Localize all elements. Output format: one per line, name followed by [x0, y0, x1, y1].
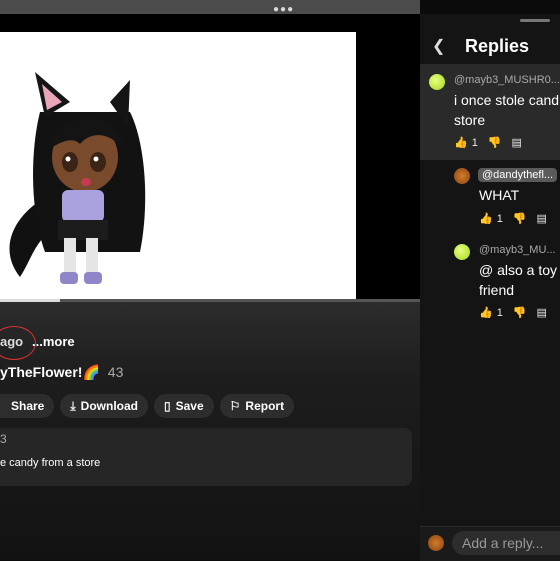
- reply-placeholder: Add a reply...: [462, 535, 544, 551]
- comment-line: @ also a toy f: [479, 262, 560, 278]
- share-label: Share: [11, 399, 45, 413]
- reply-icon[interactable]: ▤: [512, 136, 522, 149]
- download-button[interactable]: ⤓ Download: [60, 394, 148, 418]
- save-icon: ▯: [164, 399, 171, 413]
- comment-actions: 👍 1 👎 ▤: [479, 212, 547, 226]
- comments-count: 3: [0, 432, 7, 446]
- thumbs-up-icon: 👍: [454, 137, 468, 149]
- thumbs-up-icon: 👍: [479, 213, 493, 225]
- comment-author[interactable]: @mayb3_MU...: [479, 244, 556, 256]
- replies-title: Replies: [465, 36, 530, 56]
- like-button[interactable]: 👍 1: [454, 136, 478, 150]
- like-count: 1: [471, 136, 478, 149]
- thumbs-up-icon: 👍: [479, 307, 493, 319]
- comment-line: WHAT: [479, 187, 520, 203]
- save-button[interactable]: ▯ Save: [154, 394, 214, 418]
- reply-input[interactable]: Add a reply...: [452, 531, 560, 555]
- comment-line: friend: [479, 282, 515, 298]
- avatar[interactable]: [454, 244, 470, 260]
- comment-author[interactable]: @mayb3_MUSHR0...: [454, 74, 560, 86]
- save-label: Save: [175, 399, 204, 413]
- comment-actions: 👍 1 👎 ▤: [479, 306, 547, 320]
- comment-actions: 👍 1 👎 ▤: [454, 136, 522, 150]
- thumbs-down-icon[interactable]: 👎: [488, 136, 502, 149]
- drag-handle[interactable]: [520, 19, 550, 22]
- share-button[interactable]: Share: [0, 394, 55, 418]
- channel-count: 43: [107, 364, 124, 380]
- avatar: [428, 535, 444, 551]
- report-label: Report: [245, 399, 285, 413]
- like-count: 1: [496, 212, 503, 225]
- thumbs-down-icon[interactable]: 👎: [513, 212, 527, 225]
- channel-line[interactable]: yTheFlower!🌈 43: [0, 364, 123, 381]
- comment-line: i once stole cand: [454, 92, 560, 108]
- like-button[interactable]: 👍 1: [479, 212, 503, 226]
- comment-author[interactable]: @dandythefl...: [478, 168, 558, 182]
- comment-preview-text: e candy from a store: [0, 457, 101, 469]
- character-illustration: [9, 72, 146, 284]
- flag-icon: ⚐: [229, 399, 241, 413]
- avatar[interactable]: [429, 74, 445, 90]
- like-count: 1: [496, 306, 503, 319]
- upload-age: ago: [0, 334, 24, 349]
- chevron-left-icon[interactable]: ❮: [432, 36, 445, 56]
- reply-icon[interactable]: ▤: [537, 306, 547, 319]
- comment-line: store: [454, 112, 486, 128]
- channel-name: yTheFlower!🌈: [0, 364, 100, 380]
- top-handle-bar: ●●●: [0, 0, 420, 15]
- reply-icon[interactable]: ▤: [537, 212, 547, 225]
- video-player[interactable]: [0, 14, 420, 302]
- video-frame: [0, 32, 356, 300]
- more-link[interactable]: ...more: [32, 334, 75, 349]
- thumbs-down-icon[interactable]: 👎: [513, 306, 527, 319]
- download-icon: ⤓: [70, 398, 76, 413]
- action-row: Share ⤓ Download ▯ Save ⚐ Report: [0, 394, 295, 418]
- avatar[interactable]: [454, 168, 470, 184]
- download-label: Download: [80, 399, 138, 413]
- like-button[interactable]: 👍 1: [479, 306, 503, 320]
- report-button[interactable]: ⚐ Report: [219, 394, 295, 418]
